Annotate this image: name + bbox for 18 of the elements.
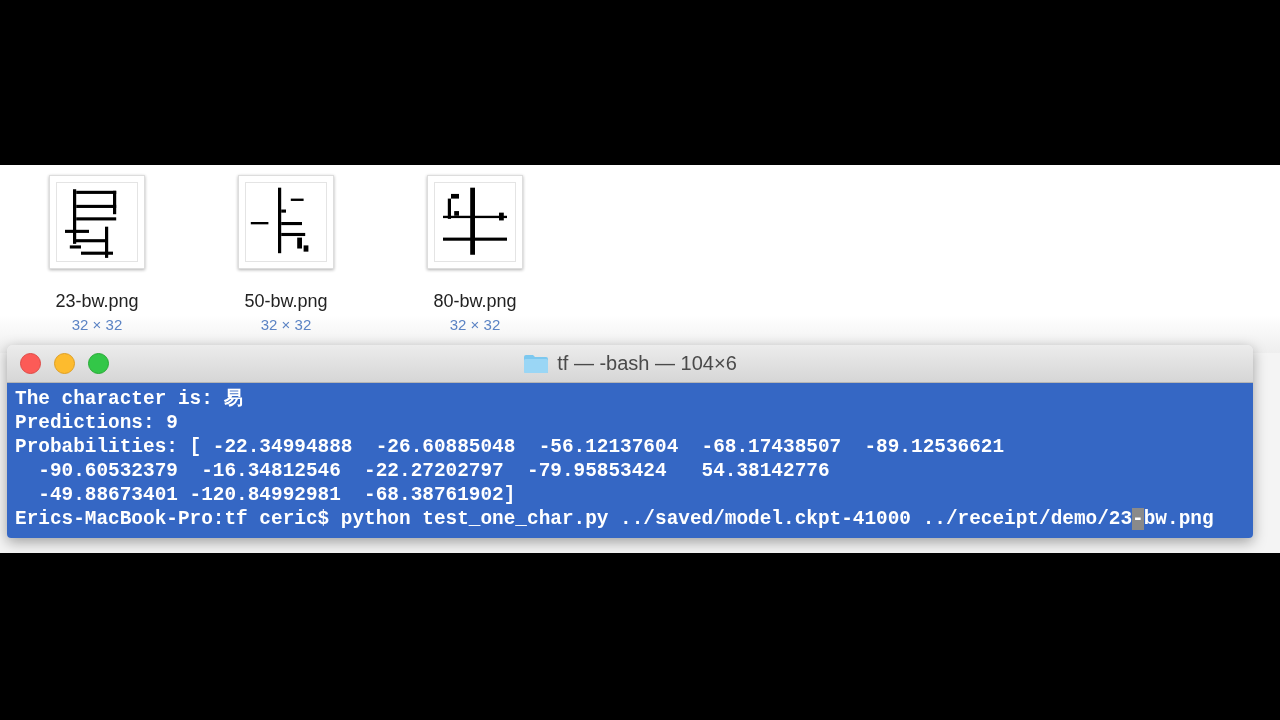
terminal-line: -49.88673401 -120.84992981 -68.38761902] [37,483,516,507]
terminal-line: The character is: 易 [15,387,244,411]
file-name: 80-bw.png [433,291,517,312]
terminal-line: Probabilities: [ -22.34994888 -26.60885048 -56.12137604 -68.17438507 -89.12536621 [15,435,1005,459]
close-button[interactable] [20,353,41,374]
terminal-line: -90.60532379 -16.34812546 -22.27202797 -79.95853424 54.38142776 [37,459,830,483]
image-thumbnail[interactable] [49,175,145,269]
image-dimensions: 32 × 32 [449,316,501,333]
file-name: 50-bw.png [244,291,328,312]
folder-icon [523,353,550,374]
window-title: tf — -bash — 104×6 [557,352,737,375]
image-dimensions: 32 × 32 [71,316,123,333]
terminal-line: Erics-MacBook-Pro:tf ceric$ python test_one_char.py ../saved/model.ckpt-41000 ../receipt/demo/23-bw.png [15,507,1214,531]
image-dimensions: 32 × 32 [260,316,312,333]
image-thumbnail[interactable] [427,175,523,269]
terminal-line: Predictions: 9 [15,411,178,435]
image-thumbnail[interactable] [238,175,334,269]
file-name: 23-bw.png [55,291,139,312]
